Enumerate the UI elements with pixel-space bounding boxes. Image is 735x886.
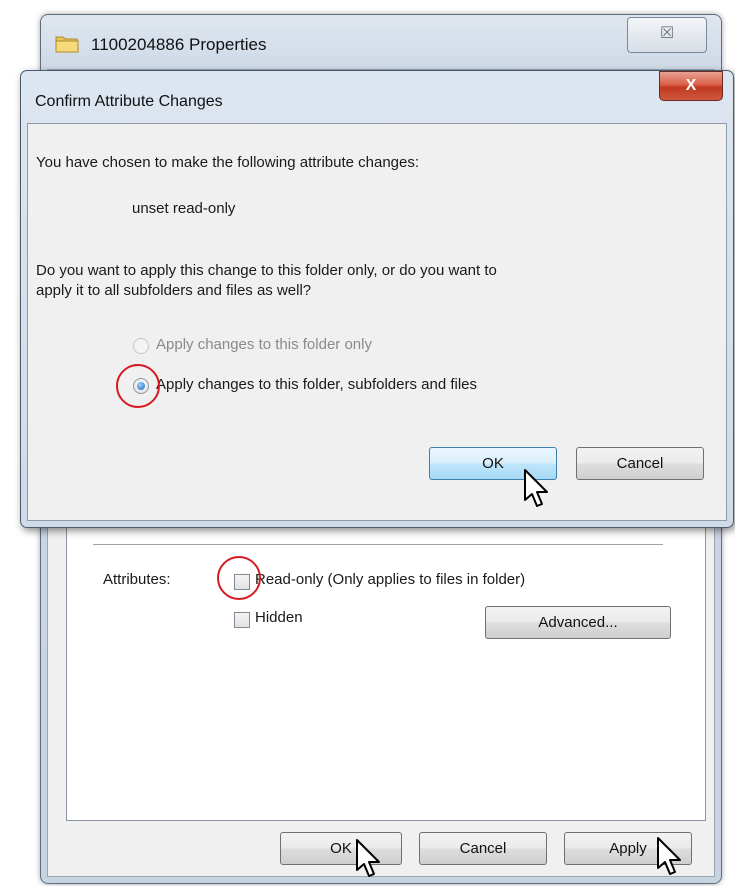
folder-icon xyxy=(55,33,79,53)
close-icon: ☒ xyxy=(659,25,675,42)
radio-folder-only-label[interactable]: Apply changes to this folder only xyxy=(156,336,372,353)
advanced-button[interactable]: Advanced... xyxy=(485,606,671,639)
radio-folder-subfolders-files-label[interactable]: Apply changes to this folder, subfolders… xyxy=(156,376,477,393)
confirm-dialog: Confirm Attribute Changes X You have cho… xyxy=(20,70,734,528)
separator xyxy=(93,544,663,546)
cancel-button[interactable]: Cancel xyxy=(419,832,547,865)
ok-button[interactable]: OK xyxy=(280,832,402,865)
dialog-ok-button[interactable]: OK xyxy=(429,447,557,480)
dialog-close-button[interactable]: X xyxy=(659,71,723,101)
close-icon: X xyxy=(685,77,697,94)
dialog-title: Confirm Attribute Changes xyxy=(35,93,223,110)
intro-text: You have chosen to make the following at… xyxy=(36,154,420,171)
hidden-checkbox-label[interactable]: Hidden xyxy=(255,609,303,626)
readonly-checkbox[interactable] xyxy=(234,574,250,590)
change-item: unset read-only xyxy=(132,200,236,217)
properties-titlebar: 1100204886 Properties ☒ xyxy=(41,15,721,69)
hidden-checkbox[interactable] xyxy=(234,612,250,628)
window-title: 1100204886 Properties xyxy=(91,35,267,54)
readonly-checkbox-label[interactable]: Read-only (Only applies to files in fold… xyxy=(255,571,525,588)
radio-folder-subfolders-files[interactable] xyxy=(133,378,149,394)
question-line-1: Do you want to apply this change to this… xyxy=(36,262,497,279)
radio-folder-only[interactable] xyxy=(133,338,149,354)
apply-button[interactable]: Apply xyxy=(564,832,692,865)
close-button[interactable]: ☒ xyxy=(627,17,707,53)
question-line-2: apply it to all subfolders and files as … xyxy=(36,282,312,299)
dialog-cancel-button[interactable]: Cancel xyxy=(576,447,704,480)
dialog-client-area: You have chosen to make the following at… xyxy=(27,123,727,521)
attributes-label: Attributes: xyxy=(103,571,171,588)
